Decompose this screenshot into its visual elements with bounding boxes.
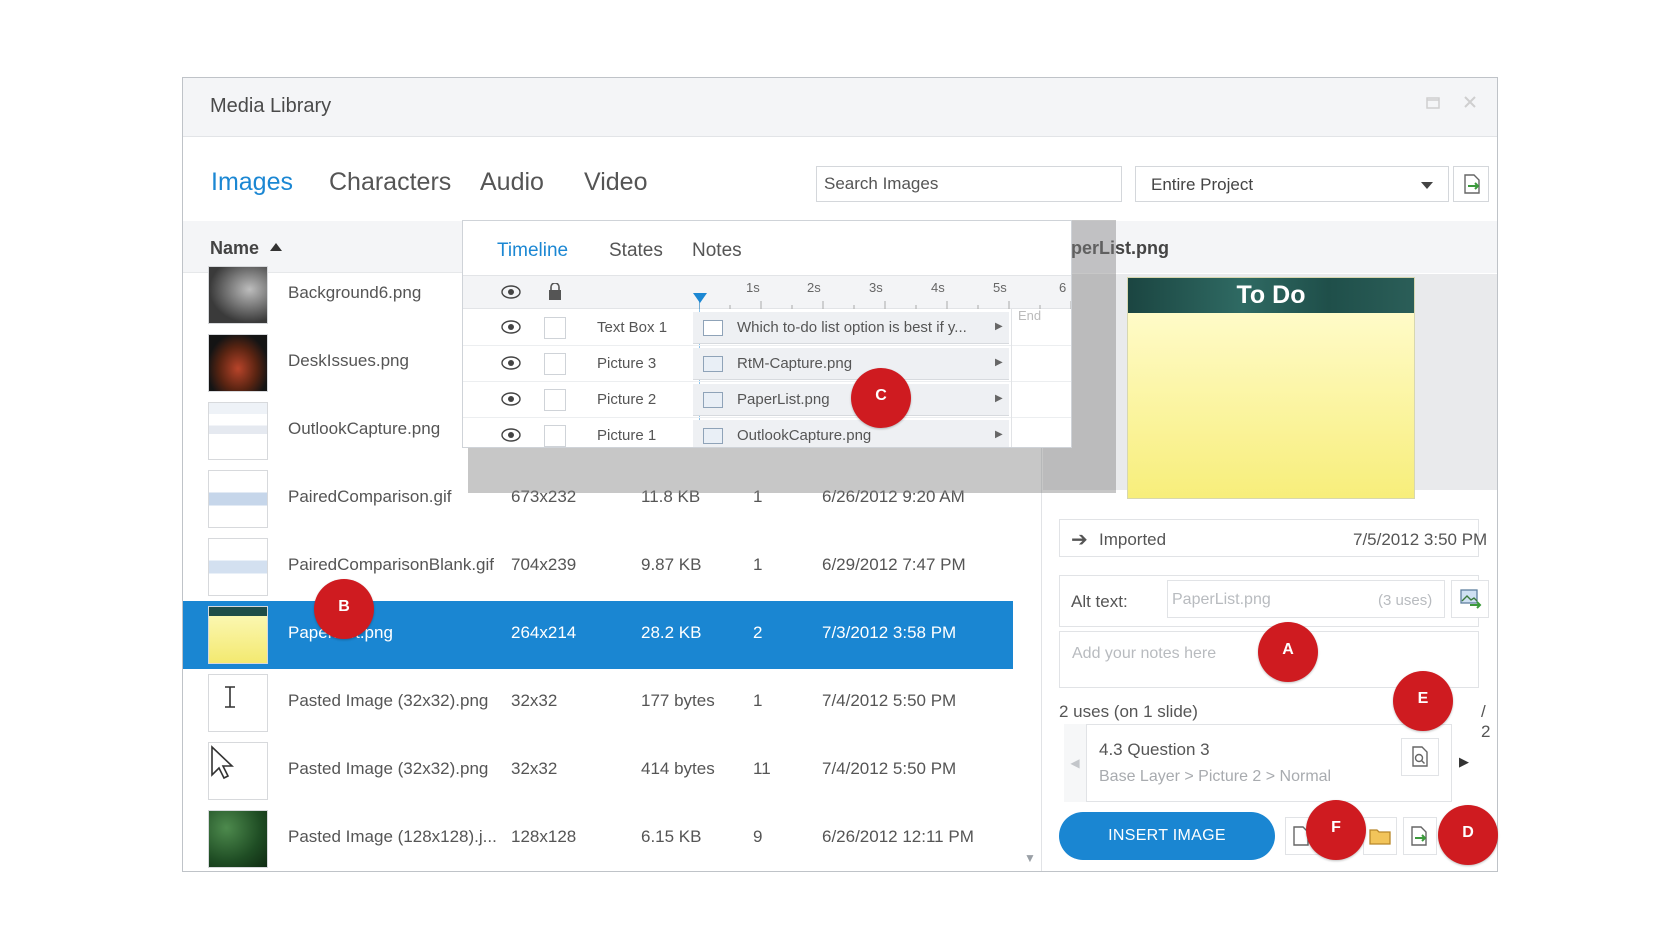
preview-image-paper — [1128, 313, 1414, 498]
image-apply-icon — [1460, 589, 1482, 609]
file-dimensions: 128x128 — [511, 827, 577, 846]
maximize-icon[interactable] — [1425, 96, 1441, 112]
preview-file-name: aperList.png — [1061, 238, 1170, 258]
insert-image-button[interactable]: INSERT IMAGE — [1059, 812, 1275, 860]
file-date: 6/26/2012 9:20 AM — [822, 487, 965, 506]
window-title: Media Library — [210, 95, 332, 117]
scroll-down-icon[interactable]: ▼ — [1023, 851, 1037, 865]
column-header-name[interactable]: Name — [210, 238, 259, 259]
chevron-down-icon — [1421, 182, 1433, 189]
search-input[interactable]: Search Images — [816, 166, 1122, 202]
file-uses: 9 — [753, 827, 763, 846]
list-item[interactable]: Pasted Image (32x32).png 32x32 177 bytes… — [183, 669, 1013, 737]
slide-use-card[interactable] — [1086, 724, 1452, 802]
alt-text-label: Alt text: — [1071, 592, 1128, 611]
file-name: PairedComparisonBlank.gif — [288, 555, 494, 574]
scope-dropdown[interactable]: Entire Project — [1135, 166, 1449, 202]
file-dimensions: 32x32 — [511, 691, 558, 710]
alt-text-apply-button[interactable] — [1451, 580, 1489, 618]
arrow-right-icon: ➔ — [1071, 529, 1088, 551]
imported-date: 7/5/2012 3:50 PM — [1353, 530, 1488, 549]
tab-images[interactable]: Images — [211, 168, 293, 197]
thumbnail — [208, 470, 268, 528]
file-size: 9.87 KB — [641, 555, 702, 574]
file-size: 177 bytes — [641, 691, 715, 710]
file-name: Pasted Image (128x128).j... — [288, 827, 497, 846]
export-image-button[interactable] — [1403, 817, 1437, 855]
text-cursor-icon — [225, 686, 235, 708]
pane-divider[interactable] — [1041, 221, 1042, 871]
file-date: 6/29/2012 7:47 PM — [822, 555, 966, 574]
list-item[interactable]: DeskIssues.png — [183, 329, 1013, 397]
file-size: 11.8 KB — [641, 487, 701, 506]
file-uses: 11 — [753, 759, 771, 778]
thumbnail — [208, 334, 268, 392]
thumbnail — [208, 606, 268, 664]
file-dimensions: 673x232 — [511, 487, 577, 506]
file-name: PaperList.png — [288, 623, 393, 642]
go-to-slide-icon — [1412, 746, 1428, 767]
file-size: 414 bytes — [641, 759, 715, 778]
file-uses: 2 — [753, 623, 763, 642]
file-dimensions: 32x32 — [511, 759, 558, 778]
export-icon — [1411, 826, 1427, 846]
folder-icon — [1369, 829, 1391, 845]
previous-use-button[interactable]: ◀ — [1064, 724, 1086, 802]
preview-image: To Do — [1127, 277, 1415, 499]
file-size: 28.2 KB — [641, 623, 702, 642]
file-name: Pasted Image (32x32).png — [288, 691, 489, 710]
uses-count: / 2 — [1481, 702, 1491, 741]
arrow-cursor-icon — [211, 745, 235, 780]
file-uses: 1 — [753, 487, 763, 506]
file-name: Background6.png — [288, 283, 422, 302]
thumbnail — [208, 810, 268, 868]
preview-image-title: To Do — [1128, 278, 1414, 313]
list-item[interactable]: Background6.png — [183, 261, 1013, 329]
tab-audio[interactable]: Audio — [480, 168, 544, 197]
thumbnail — [208, 538, 268, 596]
next-use-button[interactable]: ▶ — [1459, 754, 1469, 770]
uses-label: 2 uses (on 1 slide) — [1059, 702, 1198, 721]
file-date: 7/4/2012 5:50 PM — [822, 759, 957, 778]
export-icon — [1464, 174, 1480, 194]
file-uses: 1 — [753, 555, 763, 574]
file-name: DeskIssues.png — [288, 351, 409, 370]
list-item[interactable]: PairedComparison.gif 673x232 11.8 KB 1 6… — [183, 465, 1013, 533]
replace-icon — [1293, 826, 1309, 846]
tab-video[interactable]: Video — [584, 168, 648, 197]
media-library-window: Media Library Images Characters Audio Vi… — [182, 77, 1498, 872]
file-name: OutlookCapture.png — [288, 419, 441, 438]
list-item[interactable]: Pasted Image (128x128).j... 128x128 6.15… — [183, 805, 1013, 871]
slide-title: 4.3 Question 3 — [1099, 740, 1210, 759]
tab-characters[interactable]: Characters — [329, 168, 451, 197]
file-uses: 1 — [753, 691, 763, 710]
close-icon[interactable] — [1461, 94, 1479, 112]
imported-label: Imported — [1099, 530, 1167, 549]
slide-path: Base Layer > Picture 2 > Normal — [1099, 768, 1332, 785]
thumbnail — [208, 402, 268, 460]
thumbnail — [208, 266, 268, 324]
go-to-slide-button[interactable] — [1401, 738, 1439, 776]
file-date: 7/4/2012 5:50 PM — [822, 691, 957, 710]
file-dimensions: 704x239 — [511, 555, 577, 574]
file-dimensions: 264x214 — [511, 623, 577, 642]
title-bar: Media Library — [183, 78, 1497, 137]
file-date: 6/26/2012 12:11 PM — [822, 827, 974, 846]
file-date: 7/3/2012 3:58 PM — [822, 623, 957, 642]
sort-ascending-icon — [270, 243, 282, 251]
list-item[interactable]: OutlookCapture.png — [183, 397, 1013, 465]
list-item[interactable]: PairedComparisonBlank.gif 704x239 9.87 K… — [183, 533, 1013, 601]
list-item[interactable]: Pasted Image (32x32).png 32x32 414 bytes… — [183, 737, 1013, 805]
file-name: PairedComparison.gif — [288, 487, 452, 506]
file-size: 6.15 KB — [641, 827, 702, 846]
list-item-selected[interactable]: PaperList.png 264x214 28.2 KB 2 7/3/2012… — [183, 601, 1013, 669]
alt-text-uses: (3 uses) — [1378, 592, 1433, 609]
replace-image-button[interactable] — [1285, 817, 1319, 855]
notes-input[interactable]: Add your notes here — [1059, 631, 1479, 688]
thumbnail — [208, 742, 268, 800]
open-folder-button[interactable] — [1363, 817, 1397, 855]
thumbnail — [208, 674, 268, 732]
export-button[interactable] — [1453, 166, 1489, 202]
file-name: Pasted Image (32x32).png — [288, 759, 489, 778]
